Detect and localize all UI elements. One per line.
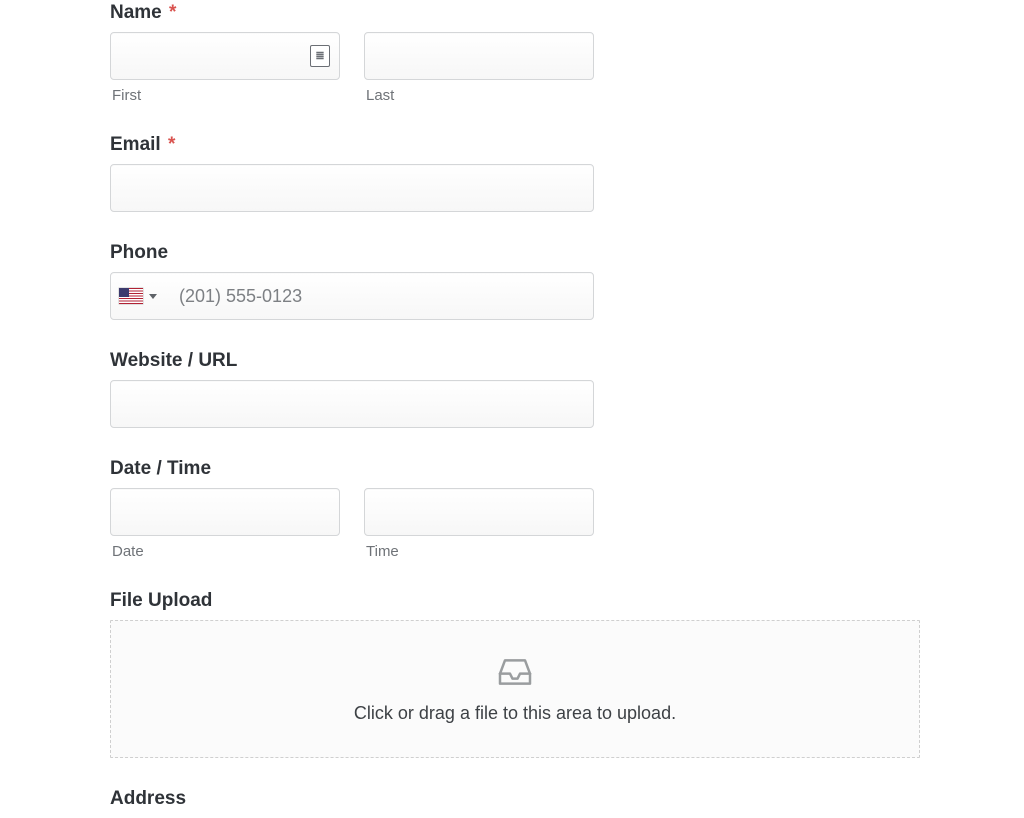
email-label-text: Email [110,134,161,155]
file-upload-dropzone[interactable]: Click or drag a file to this area to upl… [110,620,920,758]
us-flag-icon [119,288,143,304]
last-name-sublabel: Last [366,87,594,104]
caret-down-icon [149,294,157,299]
name-required-mark: * [169,2,176,23]
date-input[interactable] [110,488,340,536]
website-input[interactable] [110,380,594,428]
address-label: Address [110,788,920,810]
dropzone-text: Click or drag a file to this area to upl… [354,703,676,724]
phone-country-selector[interactable] [110,272,166,320]
phone-input[interactable] [110,272,594,320]
email-label: Email * [110,134,920,156]
first-name-sublabel: First [112,87,340,104]
email-input[interactable] [110,164,594,212]
last-name-input[interactable] [364,32,594,80]
file-upload-label: File Upload [110,590,920,612]
first-name-input[interactable] [110,32,340,80]
website-label: Website / URL [110,350,920,372]
time-input[interactable] [364,488,594,536]
phone-label: Phone [110,242,920,264]
datetime-label: Date / Time [110,458,920,480]
time-sublabel: Time [366,543,594,560]
name-label-text: Name [110,2,162,23]
inbox-icon [495,655,535,689]
date-sublabel: Date [112,543,340,560]
name-label: Name * [110,2,920,24]
email-required-mark: * [168,134,175,155]
